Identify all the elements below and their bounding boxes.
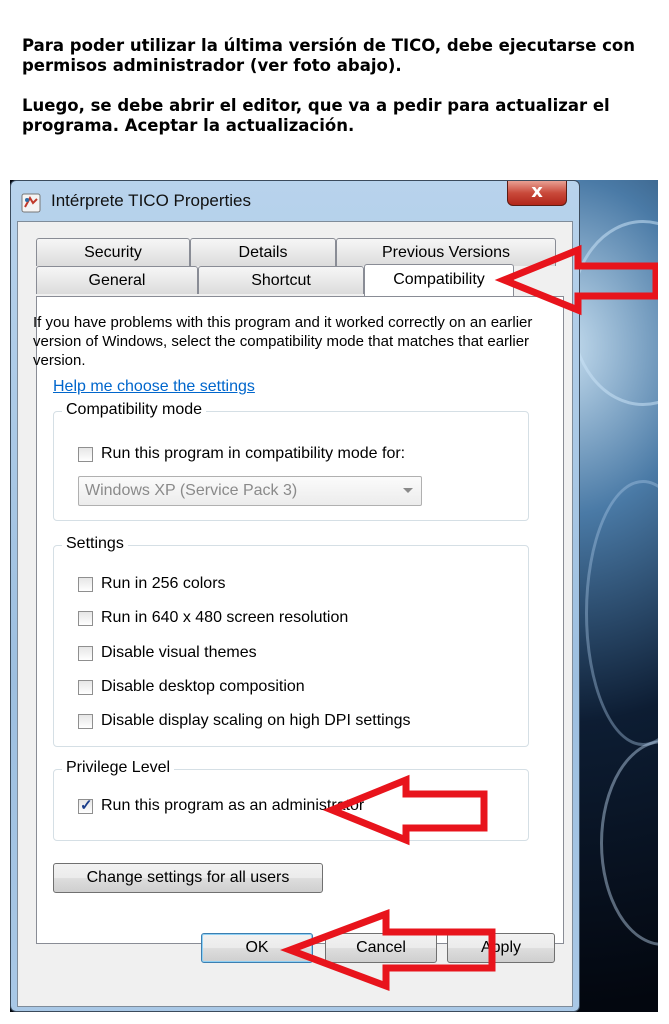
compatibility-mode-group: Compatibility mode Run this program in c… [53,401,529,521]
tab-general[interactable]: General [36,266,198,294]
setting-dpi-scaling-row[interactable]: Disable display scaling on high DPI sett… [78,711,411,731]
screenshot: Intérprete TICO Properties x Security De… [10,180,658,1012]
group-title: Compatibility mode [62,401,207,419]
app-icon [21,193,41,213]
instructions-text: Para poder utilizar la última versión de… [22,36,652,156]
wallpaper-swirl [600,740,658,946]
checkbox-label: Run this program in compatibility mode f… [101,445,406,462]
instruction-paragraph-2: Luego, se debe abrir el editor, que va a… [22,96,610,135]
help-link[interactable]: Help me choose the settings [53,378,255,396]
checkbox-label: Run this program as an administrator [101,797,365,814]
checkbox-label: Disable desktop composition [101,678,305,695]
setting-visual-themes-checkbox[interactable] [78,645,93,661]
settings-group: Settings Run in 256 colors Run in 640 x … [53,535,529,747]
annotation-arrow-ok [280,908,496,992]
run-as-admin-checkbox[interactable] [78,796,93,814]
wallpaper-swirl [585,480,658,746]
compat-mode-checkbox[interactable] [78,446,93,462]
setting-desktop-composition-row[interactable]: Disable desktop composition [78,677,305,697]
compat-mode-select[interactable]: Windows XP (Service Pack 3) [78,476,422,506]
change-settings-all-users-button[interactable]: Change settings for all users [53,863,323,893]
checkbox-label: Disable visual themes [101,644,257,661]
annotation-arrow-run-as-admin [322,774,488,846]
instruction-paragraph-1: Para poder utilizar la última versión de… [22,36,636,75]
tab-security[interactable]: Security [36,238,190,266]
tab-shortcut[interactable]: Shortcut [198,266,364,294]
annotation-arrow-compatibility [494,244,658,316]
run-as-admin-row[interactable]: Run this program as an administrator [78,796,364,816]
close-button[interactable]: x [507,181,567,206]
window-title: Intérprete TICO Properties [51,191,251,210]
checkbox-label: Disable display scaling on high DPI sett… [101,712,411,729]
group-title: Settings [62,535,128,553]
setting-desktop-composition-checkbox[interactable] [78,679,93,695]
setting-640x480-row[interactable]: Run in 640 x 480 screen resolution [78,608,348,628]
select-value: Windows XP (Service Pack 3) [85,482,298,499]
properties-window: Intérprete TICO Properties x Security De… [10,180,580,1012]
tab-details[interactable]: Details [190,238,336,266]
setting-256-colors-checkbox[interactable] [78,576,93,592]
checkbox-label: Run in 256 colors [101,575,226,592]
setting-visual-themes-row[interactable]: Disable visual themes [78,643,257,663]
title-bar[interactable]: Intérprete TICO Properties x [11,181,579,221]
setting-dpi-scaling-checkbox[interactable] [78,713,93,729]
compat-mode-checkbox-row[interactable]: Run this program in compatibility mode f… [78,444,405,464]
intro-text: If you have problems with this program a… [33,314,533,369]
setting-640x480-checkbox[interactable] [78,610,93,626]
chevron-down-icon [403,488,413,493]
checkbox-label: Run in 640 x 480 screen resolution [101,609,349,626]
tab-compatibility[interactable]: Compatibility [364,264,514,296]
setting-256-colors-row[interactable]: Run in 256 colors [78,574,226,594]
group-title: Privilege Level [62,759,175,777]
